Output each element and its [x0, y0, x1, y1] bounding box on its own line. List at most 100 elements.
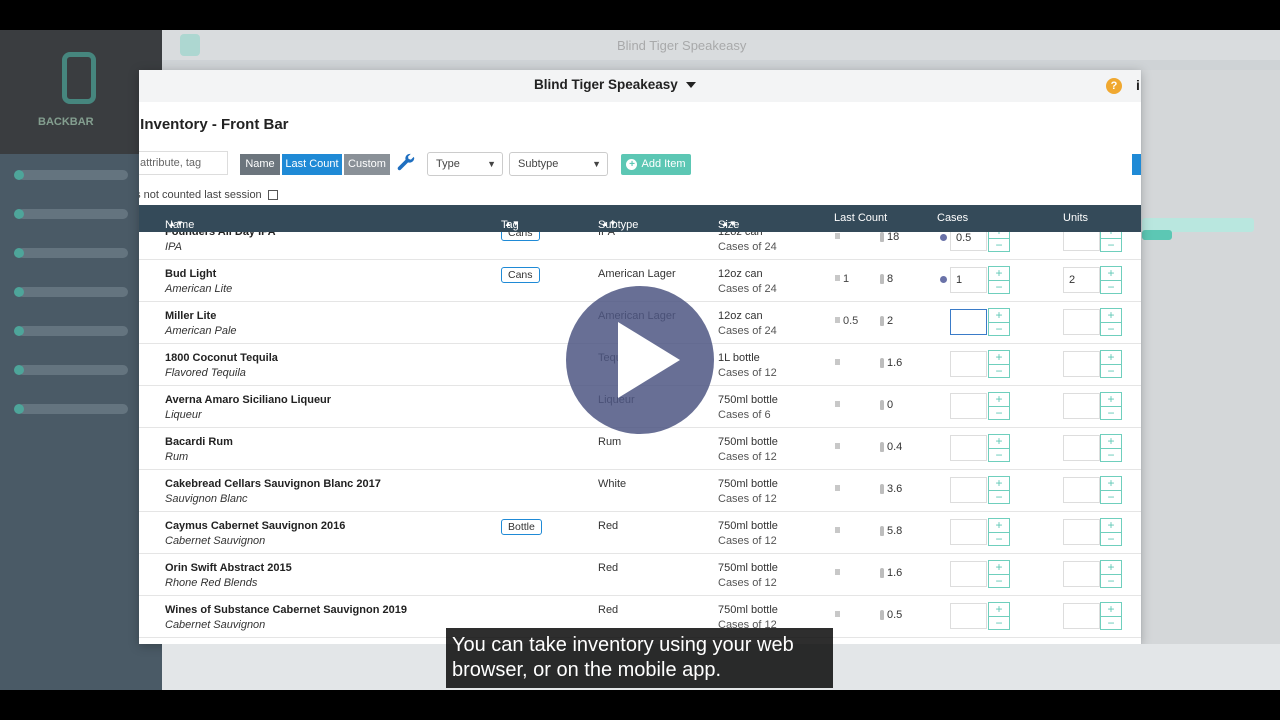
cases-stepper[interactable]: +−: [988, 602, 1010, 630]
units-input[interactable]: [1063, 561, 1100, 587]
minus-icon[interactable]: −: [989, 406, 1009, 419]
case-icon: [835, 317, 840, 323]
last-count-toggle-button[interactable]: Last Count: [282, 154, 342, 175]
cases-input[interactable]: [950, 351, 987, 377]
play-button[interactable]: [566, 286, 714, 434]
item-tag[interactable]: Bottle: [501, 519, 542, 535]
help-icon[interactable]: ?: [1106, 78, 1122, 94]
subtype-select[interactable]: Subtype ▼: [509, 152, 608, 176]
cases-stepper[interactable]: +−: [988, 266, 1010, 294]
minus-icon[interactable]: −: [989, 490, 1009, 503]
cases-stepper[interactable]: +−: [988, 434, 1010, 462]
cases-input[interactable]: 0.5: [950, 232, 987, 251]
cases-stepper[interactable]: +−: [988, 392, 1010, 420]
cases-input[interactable]: [950, 393, 987, 419]
minus-icon[interactable]: −: [989, 532, 1009, 545]
plus-icon[interactable]: +: [1101, 393, 1121, 406]
plus-icon[interactable]: +: [989, 603, 1009, 616]
venue-selector[interactable]: Blind Tiger Speakeasy: [534, 77, 696, 92]
units-stepper[interactable]: +−: [1100, 602, 1122, 630]
plus-icon[interactable]: +: [1101, 561, 1121, 574]
minus-icon[interactable]: −: [989, 364, 1009, 377]
cases-stepper[interactable]: +−: [988, 308, 1010, 336]
not-counted-filter[interactable]: 's not counted last session: [139, 189, 278, 201]
plus-icon[interactable]: +: [989, 309, 1009, 322]
units-input[interactable]: [1063, 603, 1100, 629]
plus-icon[interactable]: +: [1101, 519, 1121, 532]
minus-icon[interactable]: −: [1101, 448, 1121, 461]
minus-icon[interactable]: −: [1101, 532, 1121, 545]
minus-icon[interactable]: −: [989, 280, 1009, 293]
cases-stepper[interactable]: +−: [988, 518, 1010, 546]
units-input[interactable]: [1063, 519, 1100, 545]
plus-icon[interactable]: +: [989, 561, 1009, 574]
cases-stepper[interactable]: +−: [988, 560, 1010, 588]
background-nav-item: [14, 170, 128, 180]
cases-stepper[interactable]: +−: [988, 350, 1010, 378]
cases-input[interactable]: [950, 603, 987, 629]
units-input[interactable]: [1063, 435, 1100, 461]
units-stepper[interactable]: +−: [1100, 308, 1122, 336]
plus-icon[interactable]: +: [1101, 603, 1121, 616]
minus-icon[interactable]: −: [1101, 238, 1121, 251]
units-stepper[interactable]: +−: [1100, 476, 1122, 504]
wrench-icon[interactable]: [395, 152, 417, 176]
cases-stepper[interactable]: +−: [988, 232, 1010, 252]
plus-icon[interactable]: +: [1101, 351, 1121, 364]
item-tag[interactable]: Cans: [501, 232, 540, 241]
units-input[interactable]: 2: [1063, 267, 1100, 293]
plus-icon[interactable]: +: [989, 519, 1009, 532]
minus-icon[interactable]: −: [1101, 322, 1121, 335]
cases-input[interactable]: [950, 477, 987, 503]
units-stepper[interactable]: +−: [1100, 266, 1122, 294]
type-select[interactable]: Type ▼: [427, 152, 503, 176]
units-stepper[interactable]: +−: [1100, 560, 1122, 588]
bottle-icon: [880, 400, 884, 410]
plus-icon[interactable]: +: [989, 267, 1009, 280]
add-item-button[interactable]: + Add Item: [621, 154, 691, 175]
units-input[interactable]: [1063, 351, 1100, 377]
minus-icon[interactable]: −: [989, 574, 1009, 587]
cases-input[interactable]: 1: [950, 267, 987, 293]
minus-icon[interactable]: −: [1101, 490, 1121, 503]
units-input[interactable]: [1063, 477, 1100, 503]
plus-icon[interactable]: +: [1101, 267, 1121, 280]
cases-stepper[interactable]: +−: [988, 476, 1010, 504]
cases-input[interactable]: [950, 435, 987, 461]
units-stepper[interactable]: +−: [1100, 392, 1122, 420]
item-tag[interactable]: Cans: [501, 267, 540, 283]
minus-icon[interactable]: −: [989, 616, 1009, 629]
minus-icon[interactable]: −: [1101, 616, 1121, 629]
plus-icon[interactable]: +: [989, 351, 1009, 364]
plus-icon[interactable]: +: [989, 393, 1009, 406]
plus-icon[interactable]: +: [1101, 477, 1121, 490]
minus-icon[interactable]: −: [1101, 574, 1121, 587]
minus-icon[interactable]: −: [1101, 406, 1121, 419]
plus-icon[interactable]: +: [1101, 435, 1121, 448]
minus-icon[interactable]: −: [1101, 364, 1121, 377]
units-input[interactable]: [1063, 393, 1100, 419]
edge-button[interactable]: [1132, 154, 1141, 175]
units-stepper[interactable]: +−: [1100, 232, 1122, 252]
plus-icon[interactable]: +: [989, 435, 1009, 448]
cases-input[interactable]: [950, 519, 987, 545]
plus-icon[interactable]: +: [989, 477, 1009, 490]
name-toggle-button[interactable]: Name: [240, 154, 280, 175]
units-stepper[interactable]: +−: [1100, 434, 1122, 462]
background-nav-item: [14, 287, 128, 297]
plus-icon[interactable]: +: [1101, 309, 1121, 322]
units-input[interactable]: [1063, 232, 1100, 251]
cases-input[interactable]: [950, 561, 987, 587]
minus-icon[interactable]: −: [989, 322, 1009, 335]
minus-icon[interactable]: −: [989, 448, 1009, 461]
units-input[interactable]: [1063, 309, 1100, 335]
info-icon[interactable]: i: [1136, 77, 1140, 93]
units-stepper[interactable]: +−: [1100, 350, 1122, 378]
search-input[interactable]: attribute, tag: [139, 151, 228, 175]
units-stepper[interactable]: +−: [1100, 518, 1122, 546]
minus-icon[interactable]: −: [1101, 280, 1121, 293]
cases-input[interactable]: [950, 309, 987, 335]
not-counted-checkbox[interactable]: [267, 190, 278, 201]
minus-icon[interactable]: −: [989, 238, 1009, 251]
custom-toggle-button[interactable]: Custom: [344, 154, 390, 175]
